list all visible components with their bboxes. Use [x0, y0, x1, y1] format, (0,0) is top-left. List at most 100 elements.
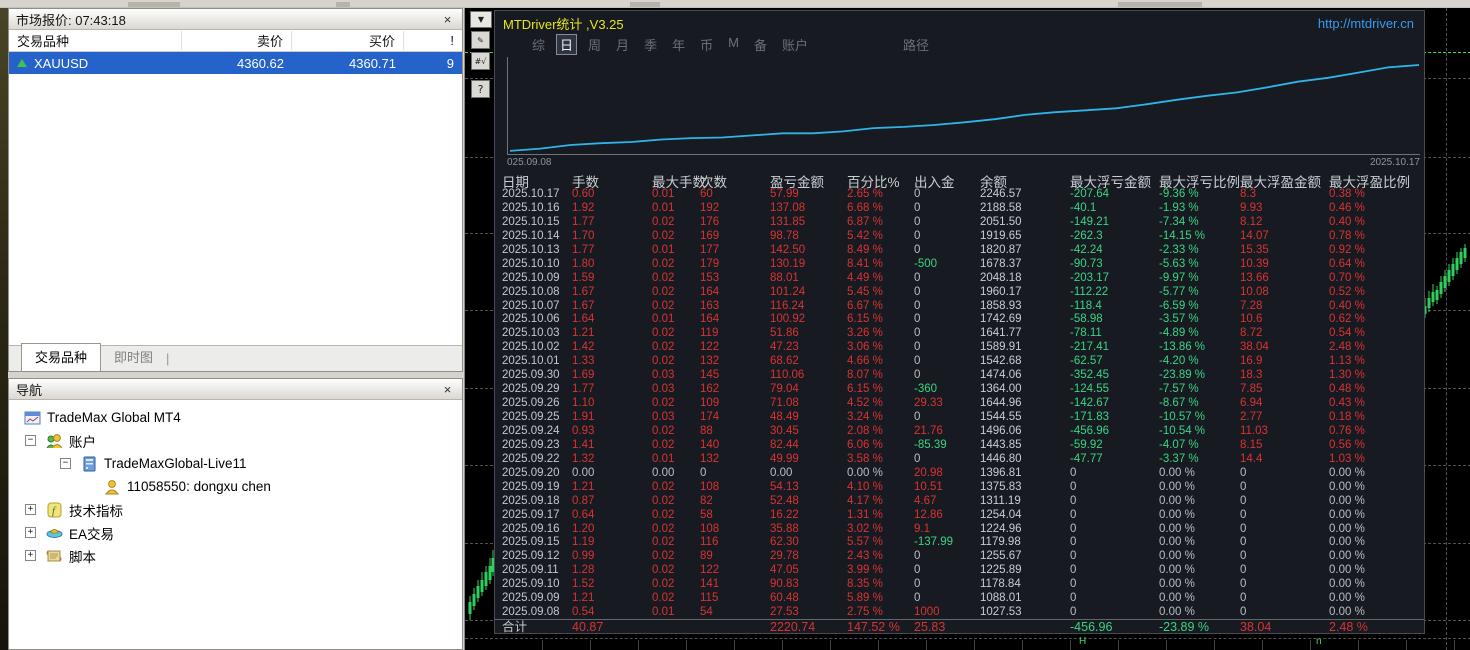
stats-cell: 29.78: [770, 550, 799, 563]
column-symbol: 交易品种: [9, 31, 182, 50]
stats-cell: 52.48: [770, 494, 799, 507]
stats-cell: 51.86: [770, 327, 799, 340]
tab-tick-chart[interactable]: 即时图: [101, 344, 166, 371]
expand-icon[interactable]: +: [25, 527, 36, 538]
stats-table-row: 2025.10.15 1.77 0.02 176 131.85 6.87 % 0 2051.5…: [495, 216, 1424, 230]
stats-cell: 109: [700, 397, 720, 410]
stats-cell: 0.02: [652, 215, 675, 228]
tree-item-5[interactable]: + EA交易: [9, 521, 462, 544]
background-strip: [0, 8, 8, 650]
stats-cell: 2025.10.10: [502, 257, 560, 270]
stats-panel-link[interactable]: http://mtdriver.cn: [1318, 16, 1414, 31]
stats-total-cell: [700, 620, 770, 634]
stats-cell: 1.70: [572, 229, 595, 242]
tree-item-1[interactable]: − 账户: [9, 429, 462, 452]
equity-curve-chart: [507, 57, 1420, 155]
tree-item-label: 账户: [69, 434, 96, 450]
expand-icon[interactable]: +: [25, 550, 36, 561]
symbol-row-xauusd[interactable]: XAUUSD 4360.62 4360.71 9: [9, 52, 462, 74]
stats-cell: 0.02: [652, 299, 675, 312]
stats-cell: 0: [914, 215, 921, 228]
tree-item-3[interactable]: 11058550: dongxu chen: [9, 475, 462, 498]
stats-cell: 0.00 %: [1329, 592, 1365, 605]
stats-cell: 0.03: [652, 369, 675, 382]
stats-toolbar-button-0[interactable]: 综: [528, 34, 549, 55]
stats-cell: 1.21: [572, 327, 595, 340]
collapse-icon[interactable]: −: [25, 435, 36, 446]
stats-cell: 119: [700, 327, 719, 340]
stats-table-row: 2025.09.25 1.91 0.03 174 48.49 3.24 % 0 1544.55…: [495, 411, 1424, 425]
tab-symbols[interactable]: 交易品种: [21, 343, 102, 371]
stats-cell: 137.08: [770, 201, 806, 214]
tree-item-4[interactable]: + f 技术指标: [9, 498, 462, 521]
stats-cell: 3.24 %: [847, 411, 883, 423]
stats-cell: -1.93 %: [1159, 201, 1199, 214]
background-candles: [467, 536, 495, 627]
stats-toolbar-button-2[interactable]: 周: [584, 34, 605, 55]
stats-cell: -142.67: [1070, 397, 1110, 410]
price-up-icon: [17, 59, 27, 67]
stats-cell: 0.00 %: [1159, 578, 1195, 591]
stats-cell: 7.85: [1240, 383, 1263, 396]
collapse-icon[interactable]: −: [60, 458, 71, 469]
stats-toolbar-button-3[interactable]: 月: [612, 34, 633, 55]
stats-cell: 0.93: [572, 424, 595, 437]
stats-cell: 2.08 %: [847, 424, 883, 437]
stats-cell: 0.00 %: [1159, 606, 1195, 619]
stats-cell: 192: [700, 201, 720, 214]
chart-object-marker: H: [1079, 636, 1087, 647]
hash-check-button[interactable]: #√: [471, 52, 490, 70]
stats-cell: 174: [700, 411, 720, 423]
stats-cell: 38.04: [1240, 341, 1269, 354]
stats-toolbar-button-6[interactable]: 币: [696, 34, 717, 55]
stats-toolbar-button-5[interactable]: 年: [668, 34, 689, 55]
stats-cell: -207.64: [1070, 188, 1110, 200]
column-spread: !: [450, 33, 454, 48]
stats-cell: 0.02: [652, 508, 675, 521]
stats-table-row: 2025.09.08 0.54 0.01 54 27.53 2.75 % 1000 1027.…: [495, 606, 1424, 620]
stats-cell: 8.15: [1240, 438, 1263, 451]
expand-icon[interactable]: +: [25, 504, 36, 515]
stats-cell: -203.17: [1070, 271, 1110, 284]
stats-cell: 0: [1240, 578, 1247, 591]
stats-cell: 2025.10.14: [502, 229, 560, 242]
stats-cell: 30.45: [770, 424, 799, 437]
stats-cell: -85.39: [914, 438, 947, 451]
tree-item-0[interactable]: TradeMax Global MT4: [9, 406, 462, 429]
stats-toolbar-button-7[interactable]: M: [724, 34, 743, 55]
stats-cell: 0: [1240, 550, 1247, 563]
symbol-spread: 9: [446, 55, 454, 71]
stats-table-row: 2025.09.30 1.69 0.03 145 110.06 8.07 % 0 1474.0…: [495, 369, 1424, 383]
tree-item-2[interactable]: − TradeMaxGlobal-Live11: [9, 452, 462, 475]
stats-table-row: 2025.09.09 1.21 0.02 115 60.48 5.89 % 0 1088.01…: [495, 592, 1424, 606]
tree-item-6[interactable]: + 脚本: [9, 544, 462, 567]
stats-cell: 0.01: [652, 188, 675, 200]
help-button[interactable]: ?: [471, 80, 490, 98]
stats-cell: -59.92: [1070, 438, 1103, 451]
accounts-icon: [46, 433, 63, 449]
stats-cell: 1.69: [572, 369, 595, 382]
column-bid: 卖价: [182, 31, 292, 50]
draw-tool-button[interactable]: ✎: [471, 31, 490, 49]
stats-cell: 6.67 %: [847, 299, 883, 312]
stats-toolbar-button-4[interactable]: 季: [640, 34, 661, 55]
stats-cell: 0: [914, 285, 921, 298]
stats-toolbar-button-1[interactable]: 日: [556, 33, 578, 55]
navigator-titlebar: 导航 ×: [9, 379, 462, 400]
stats-cell: 10.39: [1240, 257, 1269, 270]
stats-cell: 3.26 %: [847, 327, 883, 340]
stats-cell: 169: [700, 229, 720, 242]
market-watch-close-button[interactable]: ×: [440, 12, 455, 27]
stats-toolbar-button-9[interactable]: 账户: [778, 34, 812, 55]
stats-cell: 0: [1240, 592, 1247, 605]
navigator-close-button[interactable]: ×: [440, 382, 455, 397]
market-watch-titlebar: 市场报价: 07:43:18 ×: [9, 9, 462, 30]
equity-curve: [509, 64, 1420, 152]
stats-toolbar-button-8[interactable]: 备: [750, 34, 771, 55]
panel-collapse-button[interactable]: ▼: [470, 11, 492, 28]
path-button[interactable]: 路径: [903, 35, 929, 54]
stats-cell: 15.35: [1240, 243, 1269, 256]
stats-cell: -14.15 %: [1159, 229, 1206, 242]
stats-cell: 0.00 %: [1159, 592, 1195, 605]
stats-cell: 1396.81: [980, 466, 1022, 479]
